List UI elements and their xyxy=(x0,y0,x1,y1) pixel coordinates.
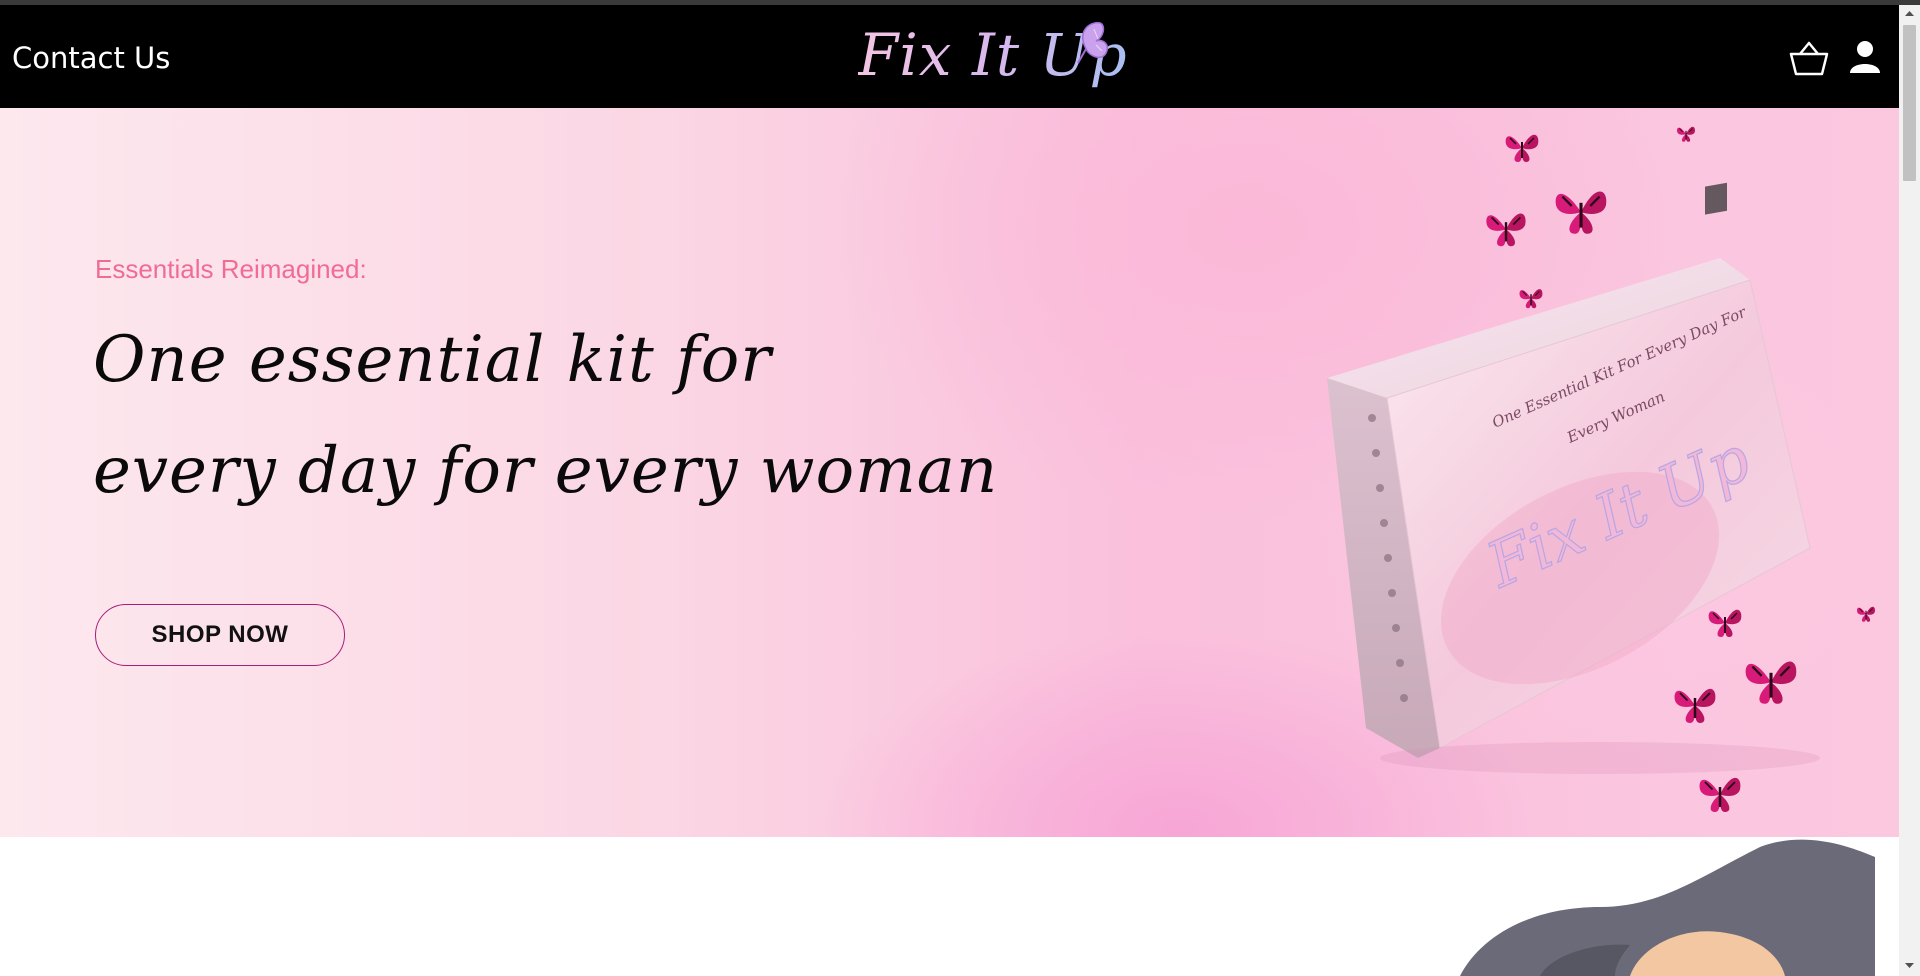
top-navbar: Contact Us Fix It Up xyxy=(0,5,1899,108)
next-section-preview xyxy=(0,837,1899,976)
scrollbar-thumb[interactable] xyxy=(1903,25,1916,181)
site-logo[interactable]: Fix It Up xyxy=(852,13,1127,105)
account-button[interactable] xyxy=(1848,39,1882,77)
hero-banner: Essentials Reimagined: One essential kit… xyxy=(0,108,1899,837)
scroll-down-arrow-icon[interactable] xyxy=(1899,956,1920,974)
shop-now-button[interactable]: SHOP NOW xyxy=(95,604,345,666)
user-icon xyxy=(1850,41,1880,73)
butterfly-icon xyxy=(1077,21,1108,64)
contact-us-link[interactable]: Contact Us xyxy=(12,41,170,75)
hero-headline-line1: One essential kit for xyxy=(93,323,772,397)
product-box-image: One Essential Kit For Every Day For Ever… xyxy=(1327,126,1876,814)
woman-illustration xyxy=(1460,839,1875,976)
hero-kicker: Essentials Reimagined: xyxy=(95,254,367,284)
vertical-scrollbar[interactable] xyxy=(1899,5,1920,976)
scroll-up-arrow-icon[interactable] xyxy=(1899,5,1920,23)
hero-headline-line2: every day for every woman xyxy=(93,434,999,508)
basket-icon xyxy=(1789,41,1829,76)
cart-button[interactable] xyxy=(1788,39,1830,79)
